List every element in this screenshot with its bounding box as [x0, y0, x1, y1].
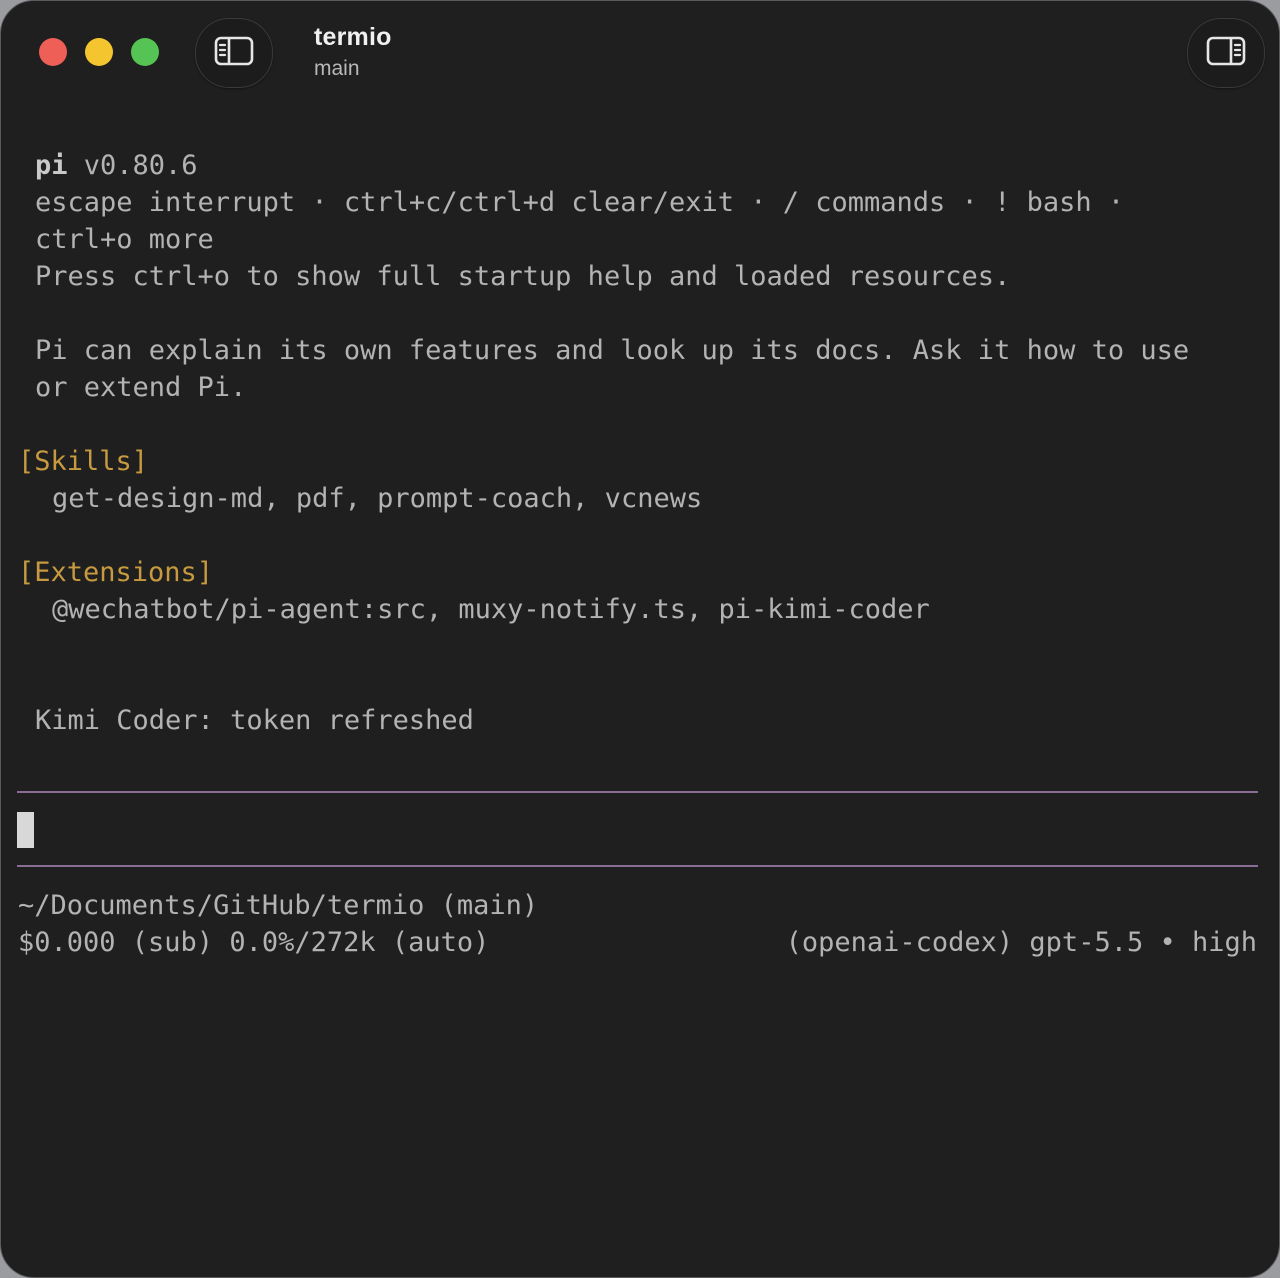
input-bottom-separator [17, 865, 1258, 867]
skills-list: get-design-md, pdf, prompt-coach, vcnews [52, 483, 703, 514]
intro-line-2: or extend Pi. [35, 372, 247, 403]
text-cursor [17, 812, 34, 848]
extensions-heading: [Extensions] [18, 557, 214, 588]
help-line-2: ctrl+o more [35, 224, 214, 255]
intro-line-1: Pi can explain its own features and look… [35, 335, 1190, 366]
status-usage: $0.000 (sub) 0.0%/272k (auto) [18, 927, 490, 958]
notice-line: Kimi Coder: token refreshed [35, 705, 474, 736]
terminal-output[interactable]: pi v0.80.6 escape interrupt · ctrl+c/ctr… [1, 1, 1279, 1277]
help-line-3: Press ctrl+o to show full startup help a… [35, 261, 1011, 292]
help-line-1: escape interrupt · ctrl+c/ctrl+d clear/e… [35, 187, 1125, 218]
extensions-list: @wechatbot/pi-agent:src, muxy-notify.ts,… [52, 594, 930, 625]
skills-heading: [Skills] [18, 446, 149, 477]
app-name: pi [35, 150, 68, 181]
input-top-separator [17, 791, 1258, 793]
app-version: v0.80.6 [67, 150, 198, 181]
status-path: ~/Documents/GitHub/termio (main) [18, 890, 539, 921]
status-model: (openai-codex) gpt-5.5 • high [785, 927, 1257, 958]
terminal-window: termio main pi v0.80.6 escape interrupt … [0, 0, 1280, 1278]
version-line: pi v0.80.6 [35, 147, 198, 184]
